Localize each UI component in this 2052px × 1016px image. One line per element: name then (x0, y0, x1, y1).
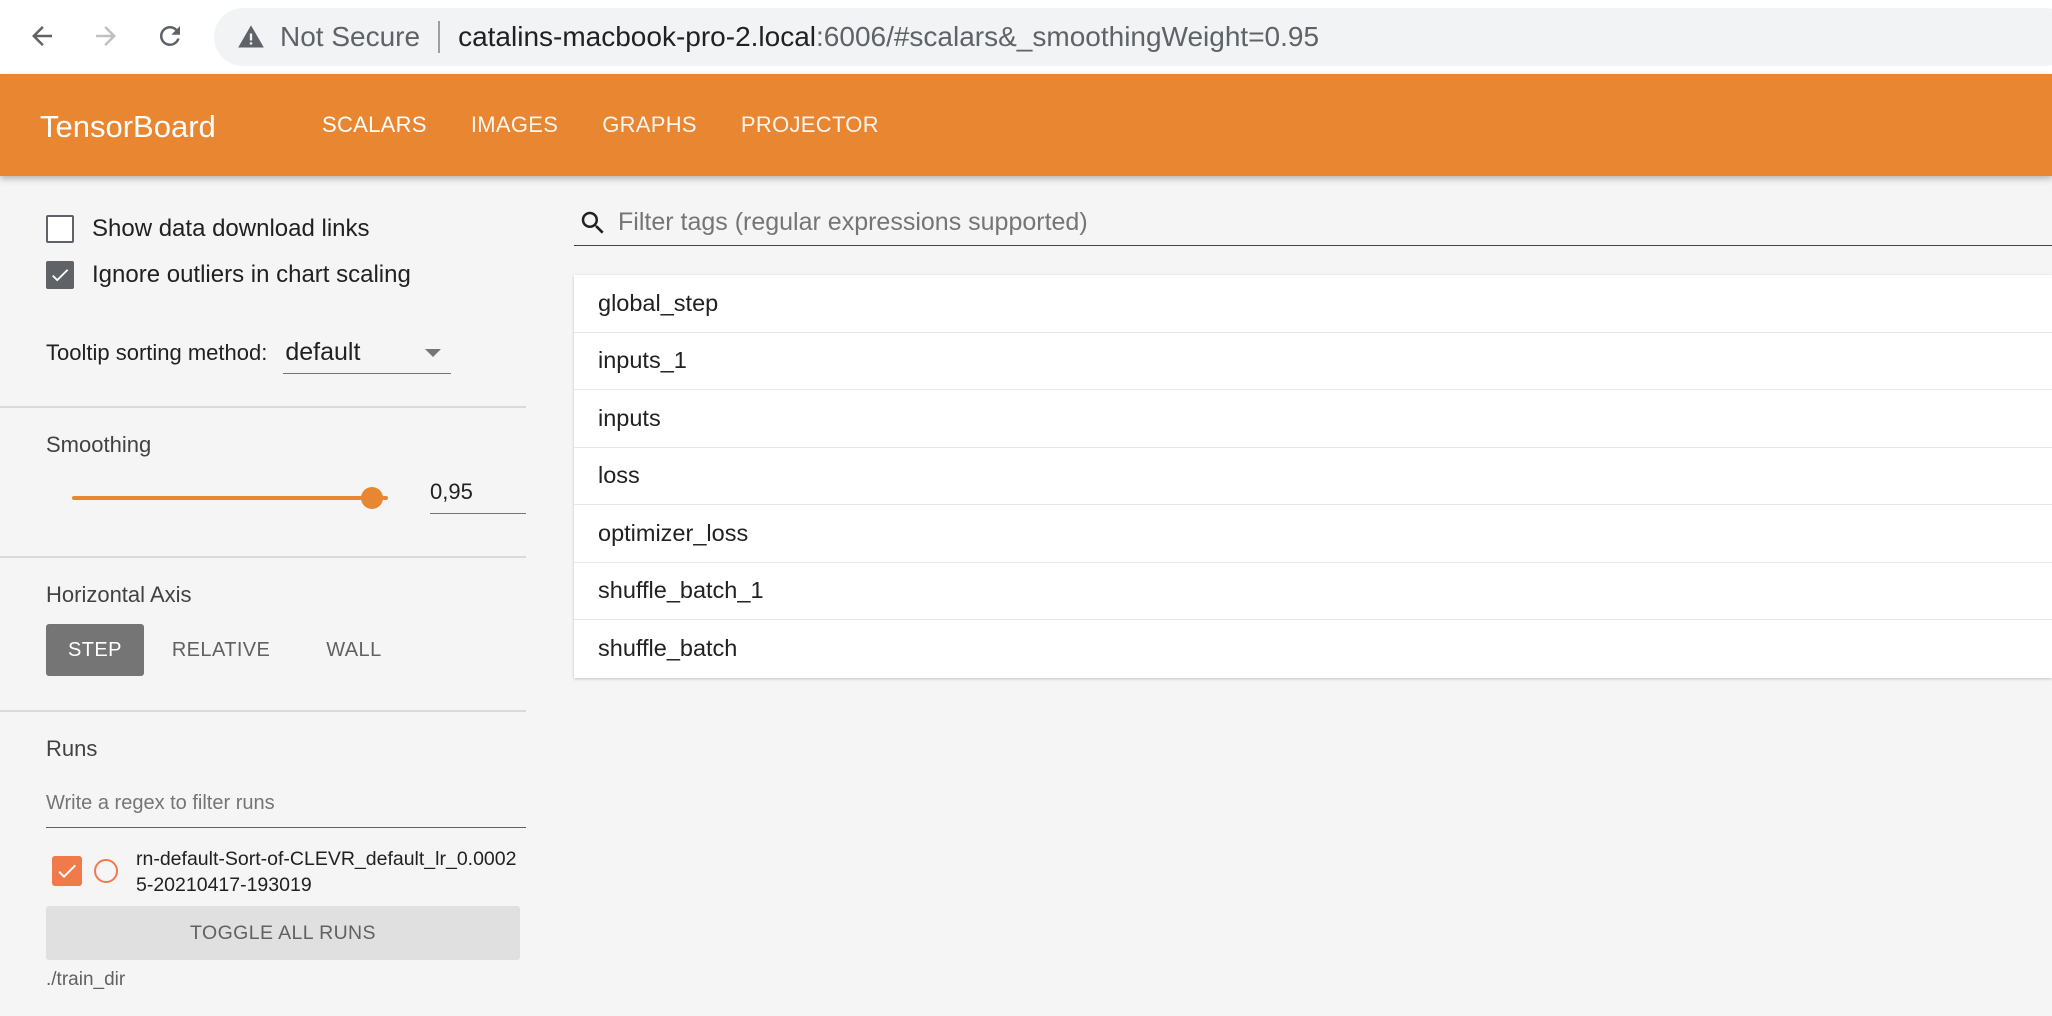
run-radio-button[interactable] (94, 859, 118, 883)
tag-group-item[interactable]: shuffle_batch_1 (574, 563, 2052, 620)
checkmark-icon (52, 269, 69, 282)
tag-group-item[interactable]: inputs (574, 390, 2052, 448)
tensorboard-header: TensorBoard SCALARS IMAGES GRAPHS PROJEC… (0, 74, 2052, 176)
axis-step-button[interactable]: STEP (46, 624, 144, 676)
brand-title: TensorBoard (40, 109, 216, 144)
url-text: catalins-macbook-pro-2.local:6006/#scala… (458, 21, 1319, 53)
smoothing-label: Smoothing (46, 432, 152, 457)
run-item[interactable]: rn-default-Sort-of-CLEVR_default_lr_0.00… (52, 846, 521, 898)
not-secure-label: Not Secure (280, 21, 421, 52)
tag-group-item[interactable]: loss (574, 448, 2052, 505)
address-bar[interactable]: Not Secure catalins-macbook-pro-2.local:… (214, 8, 2052, 66)
section-divider (0, 406, 526, 408)
smoothing-slider-track[interactable] (72, 496, 388, 500)
tag-group-item[interactable]: optimizer_loss (574, 505, 2052, 563)
ignore-outliers-checkbox[interactable] (46, 261, 74, 289)
show-download-links-option[interactable]: Show data download links (46, 215, 370, 243)
tag-filter-placeholder: Filter tags (regular expressions support… (618, 208, 1088, 236)
horizontal-axis-selector: STEP RELATIVE WALL (46, 624, 410, 676)
reload-button[interactable] (148, 14, 192, 58)
axis-relative-button[interactable]: RELATIVE (144, 624, 298, 676)
run-name: rn-default-Sort-of-CLEVR_default_lr_0.00… (136, 848, 517, 896)
ignore-outliers-option[interactable]: Ignore outliers in chart scaling (46, 261, 411, 289)
back-arrow-icon (32, 26, 52, 46)
url-host: catalins-macbook-pro-2.local (458, 21, 817, 52)
tooltip-sorting-label: Tooltip sorting method: (46, 340, 268, 365)
url-path: :6006/#scalars&_smoothingWeight=0.95 (816, 21, 1320, 52)
tab-images[interactable]: IMAGES (449, 112, 580, 138)
run-checkbox[interactable] (52, 856, 82, 886)
section-divider (0, 556, 526, 558)
browser-toolbar: Not Secure catalins-macbook-pro-2.local:… (0, 0, 2052, 74)
show-download-links-label: Show data download links (92, 215, 370, 242)
tab-projector[interactable]: PROJECTOR (719, 112, 901, 138)
toggle-all-runs-button[interactable]: TOGGLE ALL RUNS (46, 906, 520, 960)
axis-wall-button[interactable]: WALL (298, 624, 409, 676)
tooltip-sorting-select[interactable]: default (283, 332, 452, 374)
tag-filter-input[interactable]: Filter tags (regular expressions support… (574, 200, 2052, 246)
warning-icon (236, 22, 266, 52)
runs-filter-input[interactable]: Write a regex to filter runs (46, 780, 526, 828)
back-button[interactable] (20, 14, 64, 58)
forward-button[interactable] (84, 14, 128, 58)
show-download-links-checkbox[interactable] (46, 215, 74, 243)
tag-group-item[interactable]: inputs_1 (574, 333, 2052, 390)
search-icon (581, 211, 604, 234)
tab-scalars[interactable]: SCALARS (300, 112, 449, 138)
checkmark-icon (58, 864, 76, 878)
tag-group-item[interactable]: shuffle_batch (574, 620, 2052, 678)
tooltip-sorting-row: Tooltip sorting method: default (46, 332, 452, 374)
address-separator (438, 21, 441, 53)
tag-group-item[interactable]: global_step (574, 275, 2052, 333)
runs-label: Runs (46, 736, 98, 761)
section-divider (0, 710, 526, 712)
tooltip-sorting-value: default (285, 338, 361, 366)
forward-arrow-icon (96, 26, 116, 46)
dropdown-caret-icon (425, 348, 442, 357)
sidebar: Show data download links Ignore outliers… (0, 176, 526, 1016)
smoothing-slider-thumb[interactable] (361, 487, 384, 509)
reload-icon (159, 25, 180, 46)
tag-group-list: global_step inputs_1 inputs loss optimiz… (574, 275, 2052, 678)
smoothing-value-input[interactable]: 0,95 (430, 470, 526, 514)
dashboard-tabs: SCALARS IMAGES GRAPHS PROJECTOR (300, 74, 901, 176)
ignore-outliers-label: Ignore outliers in chart scaling (92, 261, 411, 288)
logdir-label: ./train_dir (46, 969, 126, 990)
tab-graphs[interactable]: GRAPHS (580, 112, 719, 138)
horizontal-axis-label: Horizontal Axis (46, 582, 192, 607)
